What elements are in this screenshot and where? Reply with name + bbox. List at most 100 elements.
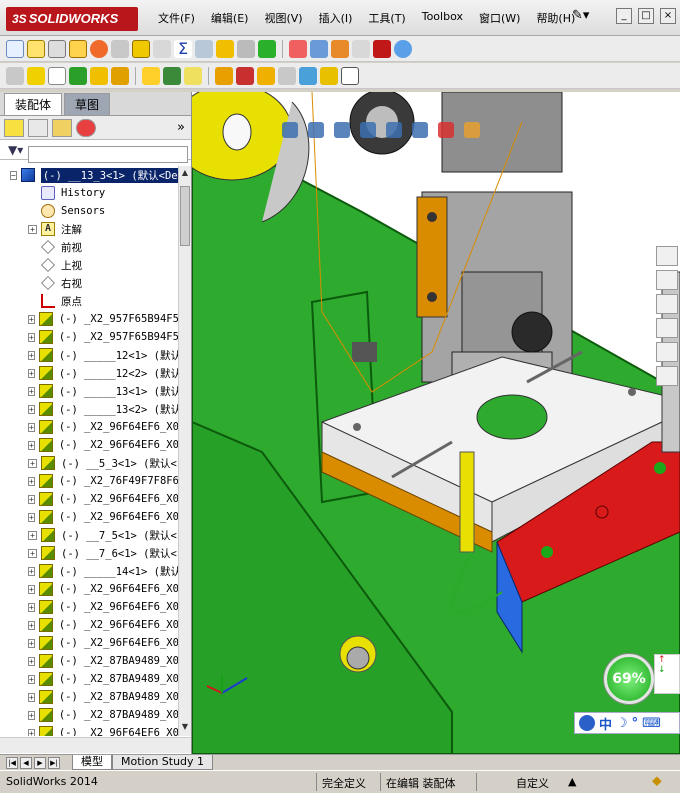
expand-toggle-icon[interactable]: + [28,440,35,450]
units-dropdown-icon[interactable]: ▲ [568,775,576,788]
design-library-icon[interactable] [656,270,678,290]
show-hidden-icon[interactable] [142,66,160,85]
expand-toggle-icon[interactable]: + [28,710,35,720]
tree-item-component[interactable]: + (-) __5_3<1> (默认< [0,454,178,472]
tree-horizontal-scrollbar[interactable] [0,737,191,753]
expand-toggle-icon[interactable]: + [28,602,35,612]
zoom-to-area-icon[interactable] [308,122,324,138]
expand-toggle-icon[interactable]: + [28,728,35,736]
display-style-icon[interactable] [412,122,428,138]
interference-icon[interactable] [195,39,213,58]
tree-item-component[interactable]: + (-) _____13<1> (默认 [0,382,178,400]
menu-insert[interactable]: 插入(I) [311,10,361,26]
bill-of-materials-icon[interactable] [236,66,254,85]
menu-toolbox[interactable]: Toolbox [414,10,471,26]
tree-item-component[interactable]: + (-) __7_6<1> (默认< [0,544,178,562]
check-icon[interactable] [258,39,276,58]
file-explorer-icon[interactable] [656,294,678,314]
first-tab-icon[interactable]: |◀ [6,756,18,769]
view-palette-icon[interactable] [656,318,678,338]
display-manager-icon[interactable] [76,118,96,137]
expand-toggle-icon[interactable]: + [28,674,35,684]
expand-toggle-icon[interactable]: + [28,350,35,360]
tree-item-component[interactable]: + (-) _X2_96F64EF6_X0 [0,436,178,454]
warning-icon[interactable] [216,39,234,58]
measure-icon[interactable] [90,39,108,58]
section-icon[interactable] [289,39,307,58]
zoom-to-fit-icon[interactable] [282,122,298,138]
last-tab-icon[interactable]: ▶| [48,756,60,769]
expand-toggle-icon[interactable]: + [28,368,35,378]
expand-toggle-icon[interactable]: + [28,314,35,324]
tree-item-plane[interactable]: 前视 [0,238,178,256]
auto-balloon-icon[interactable] [69,39,87,58]
tree-item-component[interactable]: + (-) _X2_87BA9489_X0 [0,688,178,706]
expand-toggle-icon[interactable]: + [28,386,35,396]
interference-detection-icon[interactable] [299,66,317,85]
expand-toggle-icon[interactable]: + [28,692,35,702]
tree-item-component[interactable]: + (-) _X2_96F64EF6_X0 [0,634,178,652]
expand-toggle-icon[interactable]: + [28,566,35,576]
expand-toggle-icon[interactable]: + [28,638,35,648]
configuration-manager-icon[interactable] [52,118,72,137]
previous-view-icon[interactable] [334,122,350,138]
tree-item-component[interactable]: + (-) _X2_96F64EF6_X0 [0,724,178,736]
prev-tab-icon[interactable]: ◀ [20,756,32,769]
paperclip-icon[interactable] [48,66,66,85]
menu-edit[interactable]: 编辑(E) [203,10,257,26]
close-button[interactable]: × [660,8,676,24]
tab-assembly[interactable]: 装配体 [4,93,63,115]
explode-line-icon[interactable] [278,66,296,85]
appearances-icon[interactable] [656,342,678,362]
feature-manager-icon[interactable] [4,118,24,137]
status-units[interactable]: 自定义 [516,775,549,791]
tree-item-sens[interactable]: Sensors [0,202,178,220]
expand-toggle-icon[interactable]: + [28,476,35,486]
tree-root-assembly[interactable]: − (-) __13_3<1> (默认<De [0,166,178,184]
clearance-verification-icon[interactable] [320,66,338,85]
ime-logo-icon[interactable] [579,715,595,731]
scroll-thumb[interactable] [180,186,190,246]
tree-item-component[interactable]: + (-) _X2_87BA9489_X0 [0,670,178,688]
menu-view[interactable]: 视图(V) [256,10,310,26]
home-icon[interactable] [656,246,678,266]
tree-vertical-scrollbar[interactable]: ▲ ▼ [178,166,191,736]
tab-motion-study[interactable]: Motion Study 1 [112,755,214,770]
tag-icon[interactable]: ⬥ [652,773,662,789]
new-part-icon[interactable] [27,66,45,85]
filter-input[interactable] [28,146,188,163]
instant3d-icon[interactable] [341,66,359,85]
tab-model[interactable]: 模型 [72,755,112,770]
move-component-icon[interactable] [111,66,129,85]
tree-item-component[interactable]: + (-) _X2_96F64EF6_X0 [0,490,178,508]
expand-toggle-icon[interactable]: + [28,332,35,342]
section-view-icon[interactable] [360,122,376,138]
minimize-button[interactable]: _ [616,8,632,24]
menu-file[interactable]: 文件(F) [150,10,203,26]
simulation-icon[interactable] [331,39,349,58]
tree-item-component[interactable]: + (-) _X2_957F65B94F5 [0,310,178,328]
punctuation-icon[interactable]: ° [632,716,639,731]
keyboard-icon[interactable]: ⌨ [642,716,661,731]
menu-window[interactable]: 窗口(W) [471,10,528,26]
tree-item-component[interactable]: + (-) __7_5<1> (默认< [0,526,178,544]
checklist-icon[interactable] [132,39,150,58]
tree-item-component[interactable]: + (-) _____12<2> (默认 [0,364,178,382]
clearance-icon[interactable] [237,39,255,58]
custom-properties-icon[interactable] [656,366,678,386]
tree-item-component[interactable]: + (-) _X2_87BA9489_X0 [0,706,178,724]
insert-component-icon[interactable] [6,66,24,85]
filter-icon[interactable]: ▼▾ [8,143,23,157]
tree-item-component[interactable]: + (-) _X2_96F64EF6_X0 [0,616,178,634]
tab-sketch[interactable]: 草图 [64,93,111,115]
apply-scene-icon[interactable] [464,122,480,138]
tree-item-component[interactable]: + (-) _X2_76F49F7F8F6 [0,472,178,490]
tree-item-component[interactable]: + (-) _X2_87BA9489_X0 [0,652,178,670]
reference-geometry-icon[interactable] [184,66,202,85]
next-tab-icon[interactable]: ▶ [34,756,46,769]
property-manager-icon[interactable] [28,118,48,137]
checkbox-icon[interactable] [153,39,171,58]
exploded-view-icon[interactable] [257,66,275,85]
restore-button[interactable]: □ [638,8,654,24]
moon-icon[interactable]: ☽ [616,716,628,731]
